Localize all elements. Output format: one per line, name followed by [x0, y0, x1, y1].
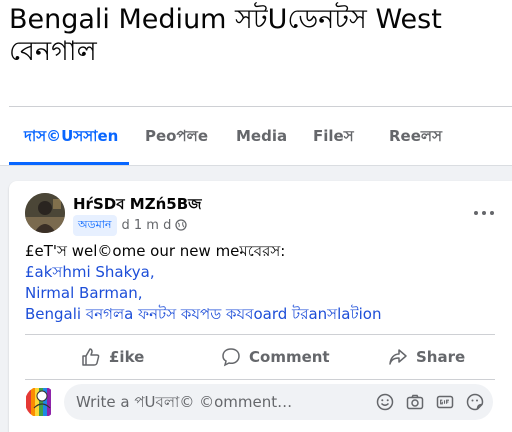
post-meta: অডমান d 1 m d	[73, 214, 187, 236]
user-avatar[interactable]	[25, 386, 57, 418]
post-intro: £eT'স wel©ome our new meমবেরস:	[25, 242, 286, 260]
member-link[interactable]: Nirmal Barman,	[25, 283, 495, 304]
gif-icon[interactable]	[435, 392, 455, 412]
tab-media[interactable]: Media	[236, 107, 287, 165]
divider	[25, 379, 495, 380]
comment-input[interactable]: Write a পUবলা© ©omment…	[64, 384, 493, 420]
more-options-icon[interactable]	[474, 203, 494, 223]
post-actions: £ike Comment Share	[25, 335, 495, 379]
member-link[interactable]: Bengali বনগলa ফনটস কযপড কযবoard টরanসlaট…	[25, 304, 495, 325]
like-button[interactable]: £ike	[81, 335, 144, 379]
comment-tools	[375, 392, 485, 412]
member-link[interactable]: £akসhmi Shakya,	[25, 262, 495, 283]
author-avatar[interactable]	[25, 193, 65, 233]
like-label: £ike	[109, 348, 145, 366]
comment-icon	[222, 348, 240, 367]
globe-icon	[175, 219, 187, 231]
comment-label: Comment	[249, 348, 330, 366]
post-card: HŕSDব MZń5Bজ অডমান d 1 m d £eT'স wel©ome…	[9, 181, 512, 432]
group-tabs: দাস©Uসসাen Peoপলe Media Fileস Reeলস	[0, 107, 512, 165]
thumbs-up-icon	[82, 348, 100, 366]
comment-button[interactable]: Comment	[221, 335, 330, 379]
active-tab-indicator	[9, 162, 129, 165]
group-header: Bengali Medium সটUডেনটস West বেনগাল দাস©…	[0, 0, 512, 166]
admin-badge: অডমান	[73, 214, 117, 236]
share-icon	[389, 349, 407, 365]
camera-icon[interactable]	[405, 392, 425, 412]
post-body: £eT'স wel©ome our new meমবেরস: £akসhmi S…	[25, 241, 495, 325]
tab-people[interactable]: Peoপলe	[145, 107, 208, 165]
share-label: Share	[416, 348, 466, 366]
comment-placeholder: Write a পUবলা© ©omment…	[76, 393, 293, 411]
sticker-icon[interactable]	[465, 392, 485, 412]
post-time[interactable]: d 1 m d	[122, 218, 172, 233]
group-title[interactable]: Bengali Medium সটUডেনটস West বেনগাল	[9, 4, 499, 68]
emoji-icon[interactable]	[375, 392, 395, 412]
tab-reels[interactable]: Reeলস	[389, 107, 442, 165]
tab-discussion[interactable]: দাস©Uসসাen	[24, 107, 118, 165]
share-button[interactable]: Share	[388, 335, 465, 379]
tab-files[interactable]: Fileস	[313, 107, 354, 165]
